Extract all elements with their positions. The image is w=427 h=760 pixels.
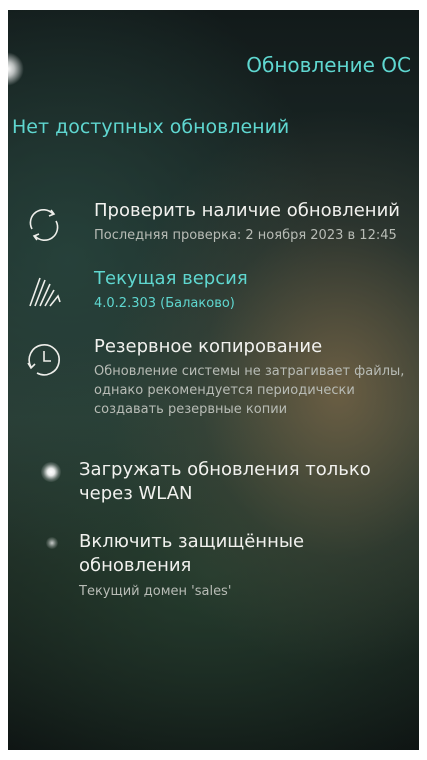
switch-off-indicator	[46, 537, 58, 549]
clock-backup-icon	[24, 340, 64, 380]
check-updates-label: Проверить наличие обновлений	[94, 200, 400, 221]
backup-item[interactable]: Резервное копирование Обновление системы…	[8, 336, 419, 436]
pulley-menu-indicator	[8, 52, 24, 86]
version-number: 4.0.2.303 (Балаково)	[94, 296, 235, 311]
page-title: Обновление ОС	[246, 53, 411, 77]
current-version-item[interactable]: Текущая версия 4.0.2.303 (Балаково)	[8, 268, 419, 328]
wlan-only-switch[interactable]: Загружать обновления только через WLAN	[8, 456, 419, 512]
update-status: Нет доступных обновлений	[12, 116, 290, 138]
switch-on-indicator	[41, 462, 61, 482]
last-check-text: Последняя проверка: 2 ноября 2023 в 12:4…	[94, 228, 397, 243]
backup-description: Обновление системы не затрагивает файлы,…	[94, 364, 405, 417]
current-version-label: Текущая версия	[94, 268, 248, 289]
version-logo-icon	[24, 272, 64, 312]
secure-updates-label: Включить защищённые обновления	[79, 531, 305, 576]
wlan-only-label: Загружать обновления только через WLAN	[79, 459, 371, 504]
backup-label: Резервное копирование	[94, 336, 323, 357]
refresh-icon	[24, 205, 64, 245]
check-updates-item[interactable]: Проверить наличие обновлений Последняя п…	[8, 200, 419, 260]
secure-updates-switch[interactable]: Включить защищённые обновления Текущий д…	[8, 528, 419, 608]
screen: Обновление ОС Нет доступных обновлений П…	[8, 10, 419, 750]
current-domain-text: Текущий домен 'sales'	[79, 584, 232, 599]
